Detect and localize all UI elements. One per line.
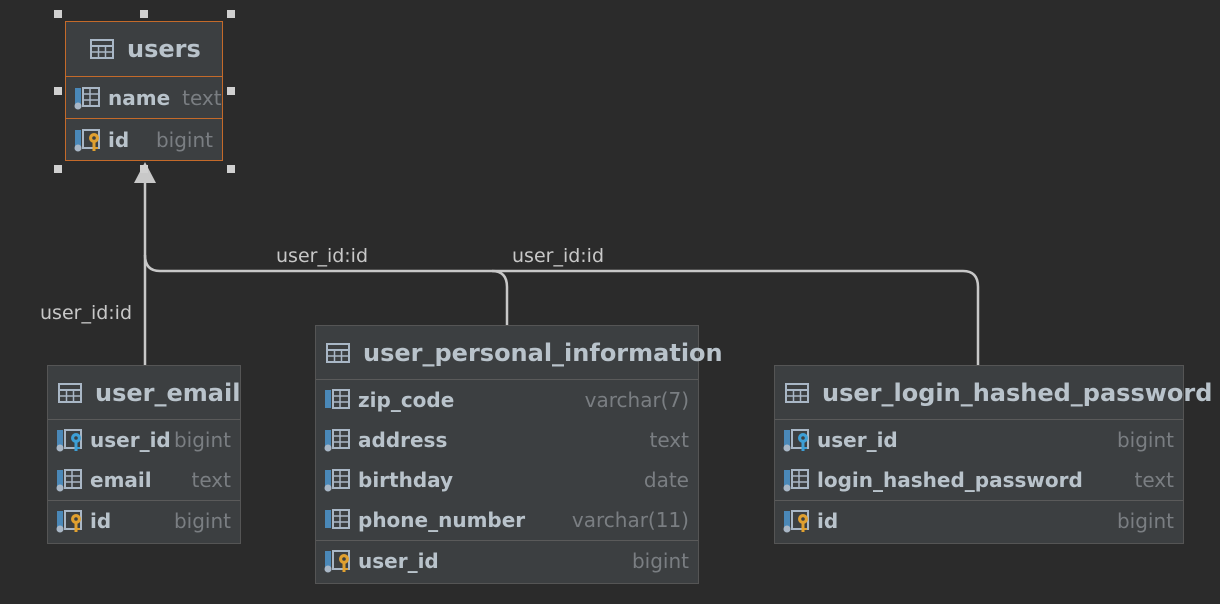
column-name: address xyxy=(358,428,448,452)
column-row[interactable]: id bigint xyxy=(775,501,1183,541)
column-icon xyxy=(325,389,350,409)
selection-handle[interactable] xyxy=(54,165,62,173)
selection-handle[interactable] xyxy=(54,10,62,18)
column-name: user_id xyxy=(817,428,898,452)
column-name: id xyxy=(108,128,130,152)
foreign-key-icon xyxy=(783,429,809,452)
relation-label: user_id:id xyxy=(512,245,605,267)
column-type: bigint xyxy=(1116,509,1174,533)
column-name: id xyxy=(90,509,112,533)
column-name: user_id xyxy=(90,428,171,452)
column-row[interactable]: login_hashed_password text xyxy=(775,460,1183,500)
column-row[interactable]: email text xyxy=(48,460,240,500)
column-name: zip_code xyxy=(358,388,455,412)
table-header: user_email xyxy=(48,366,240,419)
column-name: user_id xyxy=(358,549,439,573)
column-row[interactable]: id bigint xyxy=(66,119,222,161)
relation-label: user_id:id xyxy=(276,245,369,267)
column-name: email xyxy=(90,468,152,492)
selection-handle[interactable] xyxy=(140,165,148,173)
column-row[interactable]: phone_number varchar(11) xyxy=(316,500,698,540)
table-icon xyxy=(326,342,350,363)
column-type: varchar(11) xyxy=(571,508,689,532)
column-icon xyxy=(324,429,350,452)
table-title: user_login_hashed_password xyxy=(822,378,1213,407)
primary-key-icon xyxy=(783,510,809,533)
selection-handle[interactable] xyxy=(227,87,235,95)
selection-handle[interactable] xyxy=(54,87,62,95)
column-icon xyxy=(56,469,82,492)
column-type: text xyxy=(191,468,231,492)
column-icon xyxy=(783,469,809,492)
column-name: name xyxy=(108,85,171,110)
column-row[interactable]: user_id bigint xyxy=(316,541,698,581)
column-name: birthday xyxy=(358,468,454,492)
table-icon xyxy=(785,382,809,403)
column-icon xyxy=(324,469,350,492)
primary-key-icon xyxy=(74,129,100,152)
column-type: bigint xyxy=(155,128,213,152)
column-type: bigint xyxy=(631,549,689,573)
column-name: id xyxy=(817,509,839,533)
column-row[interactable]: birthday date xyxy=(316,460,698,500)
table-title: user_personal_information xyxy=(363,338,723,367)
column-icon xyxy=(74,86,100,109)
table-user-login-hashed-password[interactable]: user_login_hashed_password user_id bigin… xyxy=(774,365,1212,544)
selection-handle[interactable] xyxy=(227,165,235,173)
column-type: date xyxy=(643,468,689,492)
table-icon xyxy=(58,382,82,403)
foreign-key-icon xyxy=(56,429,82,452)
column-type: bigint xyxy=(173,428,231,452)
table-title: user_email xyxy=(95,378,241,407)
column-icon xyxy=(325,509,350,529)
column-row[interactable]: address text xyxy=(316,420,698,460)
table-header: user_personal_information xyxy=(316,326,723,379)
column-row[interactable]: user_id bigint xyxy=(48,420,240,460)
column-name: phone_number xyxy=(358,508,526,532)
table-header: users xyxy=(66,22,222,76)
primary-key-icon xyxy=(324,550,350,573)
primary-key-icon xyxy=(56,510,82,533)
table-user-email[interactable]: user_email user_id bigint email text id … xyxy=(47,365,241,544)
column-type: text xyxy=(1134,468,1174,492)
relation-label: user_id:id xyxy=(40,302,133,324)
table-title: users xyxy=(127,35,201,63)
column-type: text xyxy=(182,85,222,110)
table-header: user_login_hashed_password xyxy=(775,366,1212,419)
table-icon xyxy=(90,39,114,59)
column-name: login_hashed_password xyxy=(817,468,1083,492)
column-type: varchar(7) xyxy=(584,388,689,412)
column-type: bigint xyxy=(1116,428,1174,452)
table-user-personal-information[interactable]: user_personal_information zip_code varch… xyxy=(315,325,723,584)
table-users[interactable]: users name text id bigint xyxy=(65,21,223,161)
selection-handle[interactable] xyxy=(227,10,235,18)
column-type: text xyxy=(649,428,689,452)
column-type: bigint xyxy=(173,509,231,533)
column-row[interactable]: user_id bigint xyxy=(775,420,1183,460)
column-row[interactable]: name text xyxy=(66,77,222,118)
selection-handle[interactable] xyxy=(140,10,148,18)
column-row[interactable]: id bigint xyxy=(48,501,240,541)
column-row[interactable]: zip_code varchar(7) xyxy=(316,380,698,420)
